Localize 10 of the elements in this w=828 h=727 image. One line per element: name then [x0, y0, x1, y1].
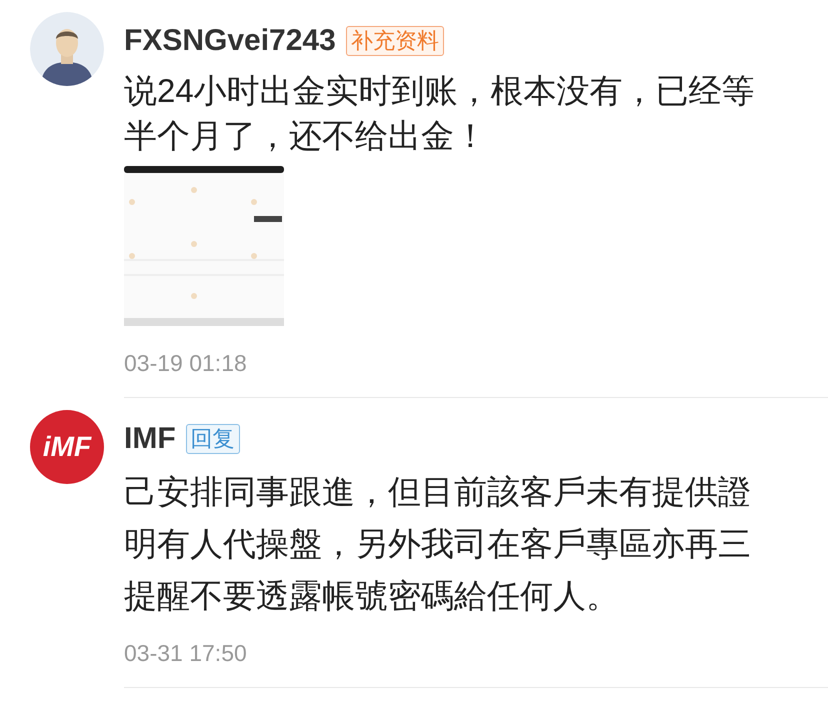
avatar-icon [30, 12, 104, 86]
user-name: IMF [124, 424, 176, 454]
company-logo: iMF [30, 410, 104, 484]
user-name: FXSNGvei7243 [124, 26, 336, 56]
timestamp: 03-31 17:50 [124, 639, 248, 668]
comment-text: 己安排同事跟進，但目前該客戶未有提供證明有人代操盤，另外我司在客戶專區亦再三提醒不要透露帳號密碼給任何人。 [124, 472, 752, 616]
timestamp: 03-19 01:18 [124, 349, 248, 378]
comment-text: 说24小时出金实时到账，根本没有，已经等半个月了，还不给出金！ [124, 71, 756, 156]
tag-label: 补充资料 [346, 26, 444, 56]
tag-label: 回复 [186, 424, 240, 454]
